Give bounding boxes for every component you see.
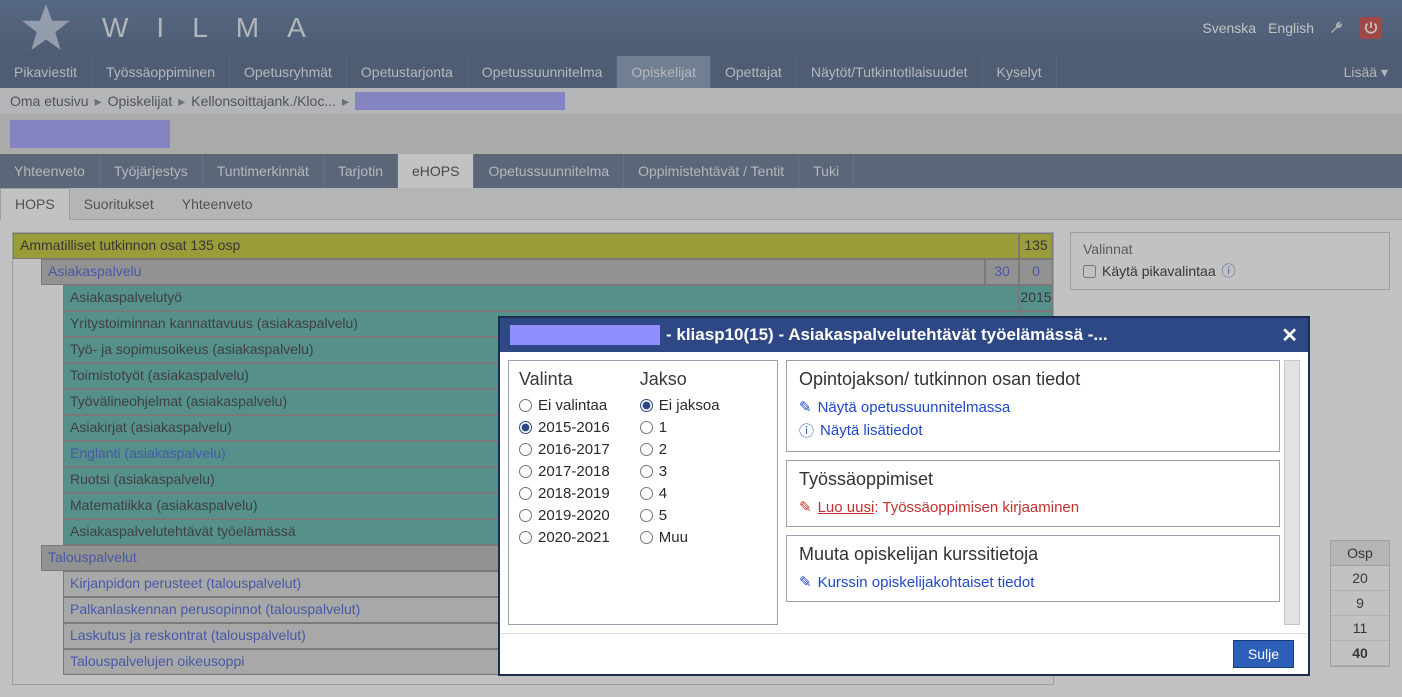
modal-right: Opintojakson/ tutkinnon osan tiedot ✎ Nä… bbox=[786, 360, 1300, 625]
jakso-opt[interactable]: 4 bbox=[640, 485, 720, 502]
link-create-workplace[interactable]: ✎ Luo uusi: Työssäoppimisen kirjaaminen bbox=[799, 496, 1267, 518]
modal-left: Valinta Ei valintaa 2015-2016 2016-2017 … bbox=[508, 360, 778, 625]
info-box-workplace: Työssäoppimiset ✎ Luo uusi: Työssäoppimi… bbox=[786, 460, 1280, 527]
valinta-opt[interactable]: 2020-2021 bbox=[519, 529, 610, 546]
modal-scrollbar[interactable] bbox=[1284, 360, 1300, 625]
info-icon: ⓘ bbox=[799, 420, 814, 441]
link-show-in-curriculum[interactable]: ✎ Näytä opetussuunnitelmassa bbox=[799, 396, 1267, 418]
info-box-details: Opintojakson/ tutkinnon osan tiedot ✎ Nä… bbox=[786, 360, 1280, 452]
course-modal: - kliasp10(15) - Asiakaspalvelutehtävät … bbox=[498, 316, 1310, 676]
link-course-student-data[interactable]: ✎ Kurssin opiskelijakohtaiset tiedot bbox=[799, 571, 1267, 593]
close-button[interactable]: Sulje bbox=[1233, 640, 1294, 668]
valinta-opt[interactable]: 2017-2018 bbox=[519, 463, 610, 480]
selection-panel: Valinta Ei valintaa 2015-2016 2016-2017 … bbox=[508, 360, 778, 625]
jakso-opt[interactable]: 5 bbox=[640, 507, 720, 524]
valinta-opt[interactable]: Ei valintaa bbox=[519, 397, 610, 414]
jakso-opt[interactable]: 2 bbox=[640, 441, 720, 458]
modal-body: Valinta Ei valintaa 2015-2016 2016-2017 … bbox=[500, 352, 1308, 633]
modal-title-redacted bbox=[510, 325, 660, 345]
jakso-opt[interactable]: 1 bbox=[640, 419, 720, 436]
valinta-opt[interactable]: 2019-2020 bbox=[519, 507, 610, 524]
pencil-icon: ✎ bbox=[799, 498, 812, 516]
valinta-opt[interactable]: 2018-2019 bbox=[519, 485, 610, 502]
pencil-icon: ✎ bbox=[799, 573, 812, 591]
link-show-details[interactable]: ⓘ Näytä lisätiedot bbox=[799, 418, 1267, 443]
pencil-icon: ✎ bbox=[799, 398, 812, 416]
modal-title-text: - kliasp10(15) - Asiakaspalvelutehtävät … bbox=[666, 325, 1108, 345]
modal-footer: Sulje bbox=[500, 633, 1308, 674]
valinta-opt[interactable]: 2015-2016 bbox=[519, 419, 610, 436]
jakso-radios: Jakso Ei jaksoa 1 2 3 4 5 Muu bbox=[640, 369, 720, 616]
valinta-opt[interactable]: 2016-2017 bbox=[519, 441, 610, 458]
jakso-opt[interactable]: Ei jaksoa bbox=[640, 397, 720, 414]
modal-titlebar: - kliasp10(15) - Asiakaspalvelutehtävät … bbox=[500, 318, 1308, 352]
valinta-radios: Valinta Ei valintaa 2015-2016 2016-2017 … bbox=[519, 369, 610, 616]
info-box-edit: Muuta opiskelijan kurssitietoja ✎ Kurssi… bbox=[786, 535, 1280, 602]
jakso-opt[interactable]: 3 bbox=[640, 463, 720, 480]
jakso-opt[interactable]: Muu bbox=[640, 529, 720, 546]
close-icon[interactable]: ✕ bbox=[1281, 323, 1298, 348]
